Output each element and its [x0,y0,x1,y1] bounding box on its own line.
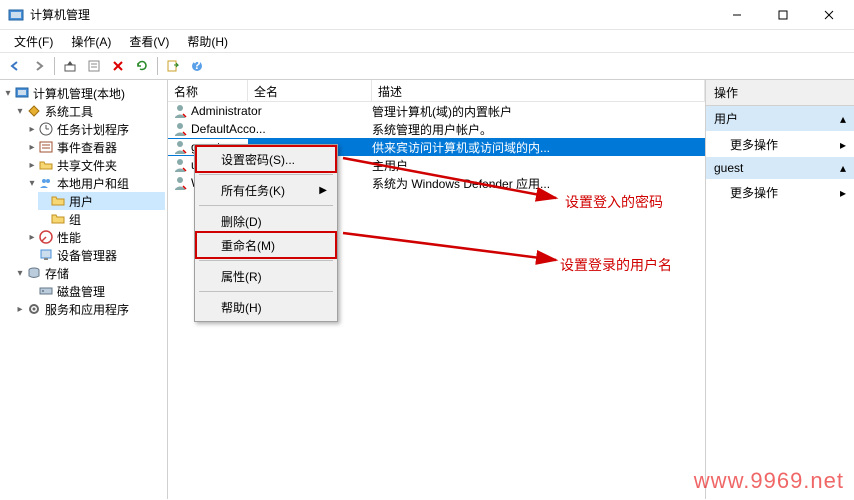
svg-text:?: ? [193,59,200,72]
chevron-right-icon: ▶ [319,185,327,196]
nav-forward-button[interactable] [28,55,50,77]
help-button[interactable]: ? [186,55,208,77]
tree-performance[interactable]: ▸性能 [26,228,165,246]
refresh-button[interactable] [131,55,153,77]
tree-local-users-groups[interactable]: ▾本地用户和组 [26,174,165,192]
menu-action[interactable]: 操作(A) [63,31,119,52]
ctx-separator [199,260,333,261]
tree-users[interactable]: 用户 [38,192,165,210]
tree-device-manager[interactable]: 设备管理器 [26,246,165,264]
user-icon [172,139,188,155]
app-icon [8,7,24,23]
toolbar: ? [0,52,854,80]
tree-groups[interactable]: 组 [38,210,165,228]
menu-file[interactable]: 文件(F) [6,31,61,52]
caret-up-icon: ▴ [840,161,846,175]
user-desc: 主用户 [372,157,705,174]
tree-shared-folders[interactable]: ▸共享文件夹 [26,156,165,174]
action-section-guest[interactable]: guest ▴ [706,157,854,180]
tree-event-viewer[interactable]: ▸事件查看器 [26,138,165,156]
user-icon [172,103,188,119]
action-section-users[interactable]: 用户 ▴ [706,106,854,132]
user-desc: 供来宾访问计算机或访问域的内... [372,139,705,156]
menu-view[interactable]: 查看(V) [121,31,177,52]
action-more-guest[interactable]: 更多操作 ▸ [706,180,854,205]
up-button[interactable] [59,55,81,77]
titlebar: 计算机管理 [0,0,854,30]
user-icon [172,121,188,137]
user-icon [172,157,188,173]
tree-task-scheduler[interactable]: ▸任务计划程序 [26,120,165,138]
col-name[interactable]: 名称 [168,80,248,101]
list-header: 名称 全名 描述 [168,80,705,102]
menubar: 文件(F) 操作(A) 查看(V) 帮助(H) [0,30,854,52]
chevron-right-icon: ▸ [840,186,846,200]
close-button[interactable] [806,0,852,30]
ctx-separator [199,205,333,206]
list-row[interactable]: DefaultAcco... 系统管理的用户帐户。 [168,120,705,138]
user-desc: 系统管理的用户帐户。 [372,121,705,138]
list-row[interactable]: Administrator 管理计算机(域)的内置帐户 [168,102,705,120]
tree-disk-management[interactable]: 磁盘管理 [26,282,165,300]
properties-button[interactable] [83,55,105,77]
ctx-properties[interactable]: 属性(R) [197,264,335,288]
tree-pane: ▾ 计算机管理(本地) ▾ 系统工具 ▸任务计划程序 [0,80,168,499]
ctx-delete[interactable]: 删除(D) [197,209,335,233]
col-fullname[interactable]: 全名 [248,80,372,101]
ctx-separator [199,174,333,175]
ctx-rename[interactable]: 重命名(M) [197,233,335,257]
user-name: DefaultAcco... [191,122,266,136]
col-description[interactable]: 描述 [372,80,705,101]
ctx-help[interactable]: 帮助(H) [197,295,335,319]
export-button[interactable] [162,55,184,77]
watermark: www.9969.net [694,468,844,494]
action-more-users[interactable]: 更多操作 ▸ [706,132,854,157]
ctx-set-password[interactable]: 设置密码(S)... [197,147,335,171]
action-header: 操作 [706,80,854,106]
ctx-separator [199,291,333,292]
user-name: Administrator [191,104,262,118]
context-menu: 设置密码(S)... 所有任务(K)▶ 删除(D) 重命名(M) 属性(R) 帮… [194,144,338,322]
tree-root[interactable]: ▾ 计算机管理(本地) [2,84,165,102]
ctx-all-tasks[interactable]: 所有任务(K)▶ [197,178,335,202]
delete-button[interactable] [107,55,129,77]
tree-system-tools[interactable]: ▾ 系统工具 [14,102,165,120]
maximize-button[interactable] [760,0,806,30]
user-desc: 管理计算机(域)的内置帐户 [372,103,705,120]
minimize-button[interactable] [714,0,760,30]
caret-up-icon: ▴ [840,112,846,126]
chevron-right-icon: ▸ [840,138,846,152]
tree-storage[interactable]: ▾存储 [14,264,165,282]
tree-services-apps[interactable]: ▸服务和应用程序 [14,300,165,318]
user-desc: 系统为 Windows Defender 应用... [372,175,705,192]
user-icon [172,175,188,191]
action-pane: 操作 用户 ▴ 更多操作 ▸ guest ▴ 更多操作 ▸ [706,80,854,499]
window-title: 计算机管理 [30,6,714,23]
nav-back-button[interactable] [4,55,26,77]
menu-help[interactable]: 帮助(H) [179,31,236,52]
